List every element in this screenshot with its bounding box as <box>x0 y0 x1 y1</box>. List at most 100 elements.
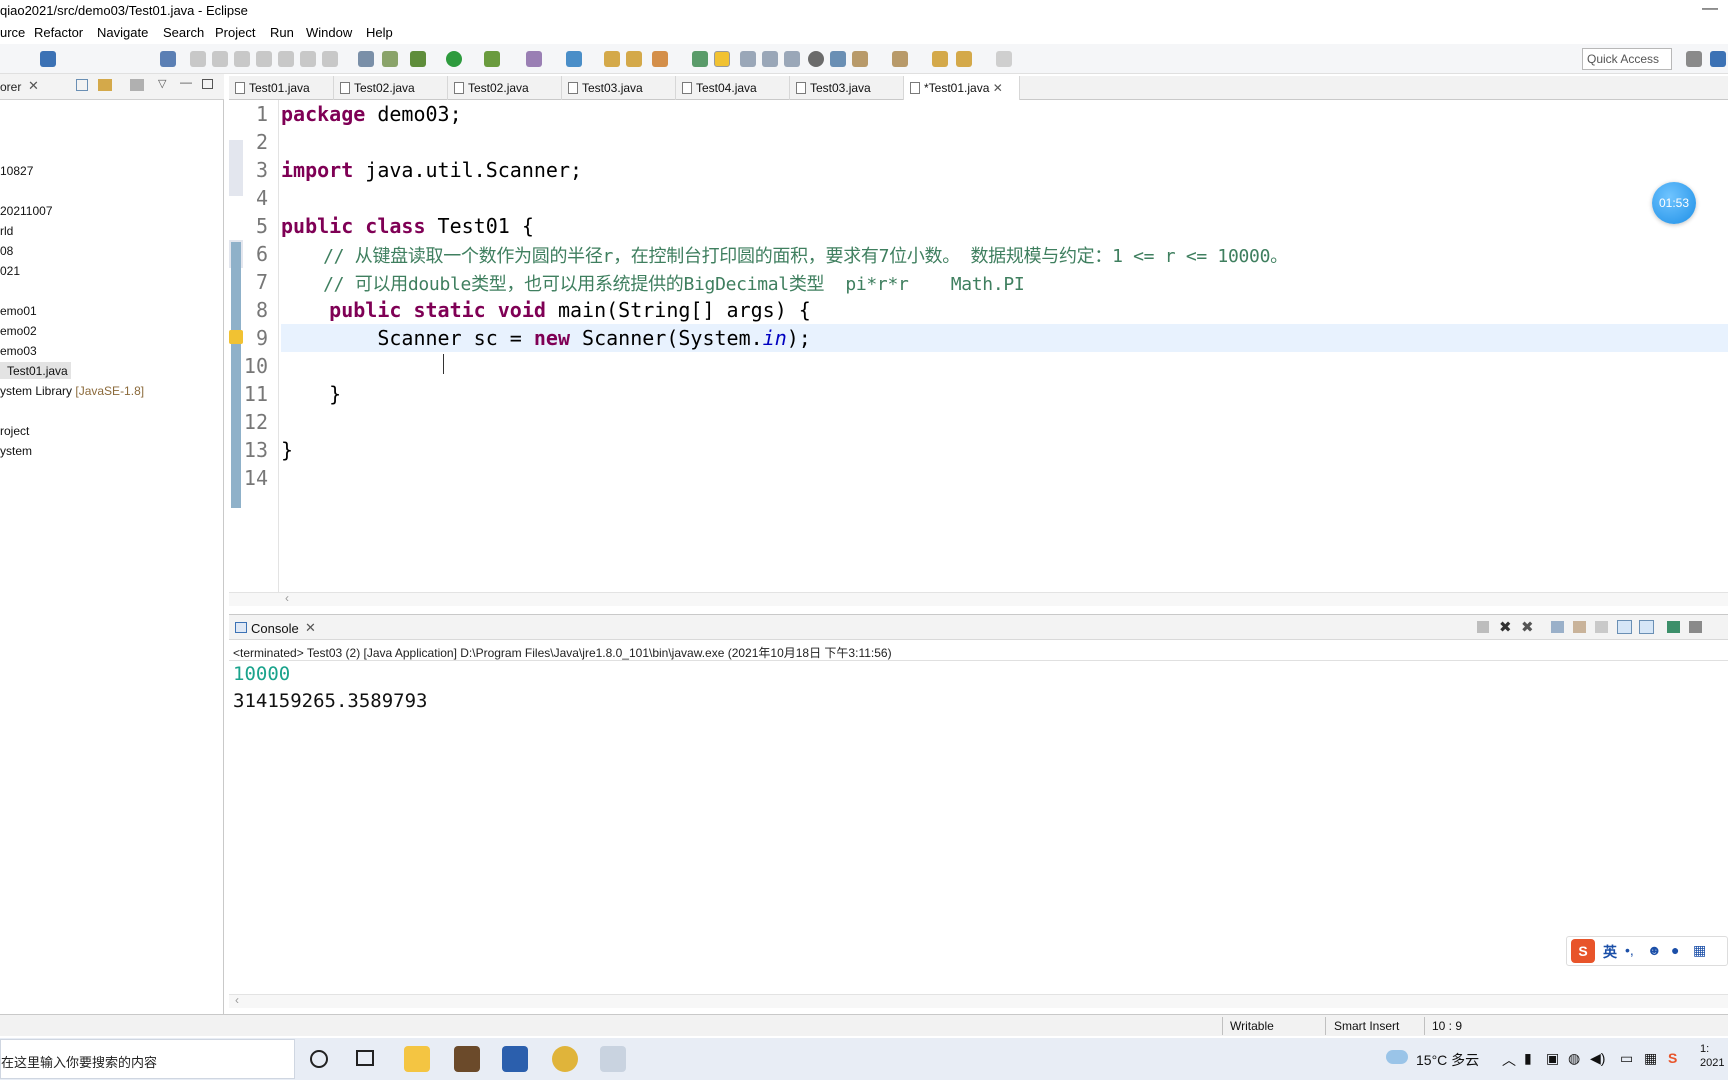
display-console-icon[interactable] <box>1689 621 1702 633</box>
tree-item[interactable]: 10827 <box>0 164 33 178</box>
ime-toolbar[interactable]: S 英 •, ☻ ● ▦ <box>1566 936 1728 966</box>
tab-test01-java[interactable]: Test01.java <box>229 76 334 100</box>
terminate-icon[interactable] <box>1477 621 1489 633</box>
tree-item[interactable]: ystem <box>0 444 32 458</box>
web-browser-icon[interactable] <box>808 51 824 67</box>
explorer-title[interactable]: orer <box>0 80 21 94</box>
code-area[interactable]: package demo03; import java.util.Scanner… <box>281 100 1728 592</box>
drop-to-frame-icon[interactable] <box>358 51 374 67</box>
step-into-icon[interactable] <box>278 51 294 67</box>
pin-console-icon[interactable] <box>1667 621 1680 633</box>
next-annotation-icon[interactable] <box>852 51 868 67</box>
chevron-up-icon[interactable]: ︿ <box>1502 1050 1516 1070</box>
open-type-icon[interactable] <box>604 51 620 67</box>
suspend-icon[interactable] <box>212 51 228 67</box>
tab-test03-java[interactable]: Test03.java <box>562 76 676 100</box>
show-on-stderr-icon[interactable] <box>1639 620 1654 634</box>
forward-arrow-icon[interactable] <box>996 51 1012 67</box>
run-icon[interactable] <box>446 51 462 67</box>
menu-run[interactable]: Run <box>270 25 294 40</box>
back-arrow-icon[interactable] <box>956 51 972 67</box>
console-output[interactable]: 10000 314159265.3589793 <box>229 661 1728 1007</box>
minimize-view-icon[interactable]: — <box>180 75 192 89</box>
focus-icon[interactable] <box>130 79 144 91</box>
menu-window[interactable]: Window <box>306 25 352 40</box>
console-view-icon[interactable] <box>40 51 56 67</box>
block-selection-icon[interactable] <box>740 51 756 67</box>
clear-console-icon[interactable] <box>1551 621 1564 633</box>
tab-test02-java[interactable]: Test02.java <box>334 76 448 100</box>
sogou-tray-icon[interactable]: S <box>1668 1050 1677 1066</box>
coverage-icon[interactable] <box>484 51 500 67</box>
tab-test04-java[interactable]: Test04.java <box>676 76 790 100</box>
close-icon[interactable]: ✕ <box>305 620 316 636</box>
tray-app-icon[interactable]: ▣ <box>1546 1050 1559 1067</box>
previous-annotation-icon[interactable] <box>892 51 908 67</box>
microphone-icon[interactable]: ▮ <box>1524 1050 1532 1067</box>
close-icon[interactable]: ✕ <box>28 78 39 94</box>
show-on-stdout-icon[interactable] <box>1617 620 1632 634</box>
maximize-view-icon[interactable] <box>202 79 213 89</box>
menu-refactor[interactable]: Refactor <box>34 25 83 40</box>
console-tab[interactable]: Console <box>251 621 299 636</box>
scroll-left-icon[interactable]: ‹ <box>235 993 239 1007</box>
skip-breakpoints-icon[interactable] <box>160 51 176 67</box>
ime-language-toggle[interactable]: 英 <box>1603 942 1617 962</box>
external-tools-icon[interactable] <box>830 51 846 67</box>
remove-all-launches-icon[interactable]: ✖ <box>1521 618 1534 636</box>
tree-item[interactable]: roject <box>0 424 29 438</box>
tray-app-icon[interactable]: ▦ <box>1644 1050 1657 1067</box>
weather-text[interactable]: 15°C 多云 <box>1416 1050 1479 1070</box>
chrome-icon[interactable] <box>552 1046 578 1072</box>
editor-horizontal-scrollbar[interactable]: ‹ <box>229 591 1728 606</box>
network-icon[interactable]: ▭ <box>1620 1050 1633 1067</box>
minimize-button[interactable]: — <box>1702 0 1718 18</box>
close-icon[interactable]: ✕ <box>993 81 1003 95</box>
toggle-ant-mark-icon[interactable] <box>692 51 708 67</box>
search-icon[interactable] <box>652 51 668 67</box>
collapse-all-icon[interactable] <box>76 79 88 91</box>
terminate-icon[interactable] <box>234 51 250 67</box>
tree-item[interactable]: 021 <box>0 264 20 278</box>
use-step-filters-icon[interactable] <box>382 51 398 67</box>
code-editor[interactable]: 1 2 3 4 5 6 7 8 9 10 11 12 13 14 package… <box>229 100 1728 592</box>
open-task-icon[interactable] <box>626 51 642 67</box>
cortana-icon[interactable] <box>310 1050 328 1068</box>
tree-item-demo01[interactable]: emo01 <box>0 304 37 318</box>
tree-item[interactable]: 20211007 <box>0 204 53 218</box>
clock[interactable]: 1: 2021 <box>1700 1042 1728 1070</box>
tree-item[interactable]: rld <box>0 224 13 238</box>
warning-icon[interactable] <box>229 330 243 344</box>
step-return-icon[interactable] <box>322 51 338 67</box>
app-icon[interactable] <box>454 1046 480 1072</box>
debug-icon[interactable] <box>410 51 426 67</box>
toggle-mark-occurrences-icon[interactable] <box>714 51 730 67</box>
taskbar-search-box[interactable]: 在这里输入你要搜索的内容 <box>0 1039 295 1079</box>
link-with-editor-icon[interactable] <box>98 79 112 91</box>
scroll-lock-icon[interactable] <box>1573 621 1586 633</box>
emoji-icon[interactable]: ☻ <box>1647 942 1662 958</box>
tree-item-demo03[interactable]: emo03 <box>0 344 37 358</box>
remove-launch-icon[interactable]: ✖ <box>1499 618 1512 636</box>
java-perspective-icon[interactable] <box>1710 51 1726 67</box>
menu-help[interactable]: Help <box>366 25 393 40</box>
tab-test01-java-active[interactable]: *Test01.java ✕ <box>904 76 1020 100</box>
tree-item-test01-java[interactable]: Test01.java <box>0 362 71 379</box>
last-edit-location-icon[interactable] <box>932 51 948 67</box>
tree-item-system-library[interactable]: ystem Library [JavaSE-1.8] <box>0 384 144 398</box>
disconnect-icon[interactable] <box>256 51 272 67</box>
tab-test03-java-2[interactable]: Test03.java <box>790 76 904 100</box>
new-java-package-icon[interactable] <box>526 51 542 67</box>
tray-app-icon[interactable]: ◍ <box>1568 1050 1580 1067</box>
pilcrow-icon[interactable] <box>784 51 800 67</box>
microphone-icon[interactable]: ● <box>1671 942 1679 958</box>
volume-icon[interactable]: ◀) <box>1590 1050 1605 1067</box>
file-explorer-icon[interactable] <box>404 1046 430 1072</box>
word-wrap-icon[interactable] <box>1595 621 1608 633</box>
menu-source[interactable]: urce <box>0 25 25 40</box>
show-whitespace-icon[interactable] <box>762 51 778 67</box>
tree-item-demo02[interactable]: emo02 <box>0 324 37 338</box>
menu-project[interactable]: Project <box>215 25 255 40</box>
tab-test02-java-2[interactable]: Test02.java <box>448 76 562 100</box>
menu-navigate[interactable]: Navigate <box>97 25 148 40</box>
